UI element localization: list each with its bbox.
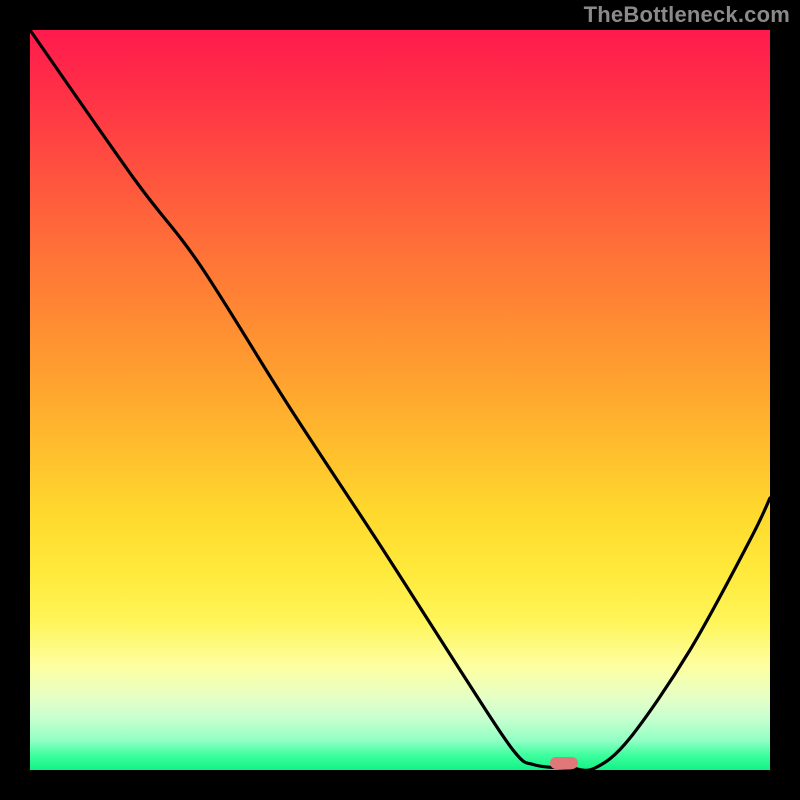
result-marker xyxy=(550,757,578,769)
watermark-text: TheBottleneck.com xyxy=(584,2,790,28)
bottleneck-curve xyxy=(30,30,770,770)
chart-frame: TheBottleneck.com xyxy=(0,0,800,800)
plot-area xyxy=(30,30,770,770)
